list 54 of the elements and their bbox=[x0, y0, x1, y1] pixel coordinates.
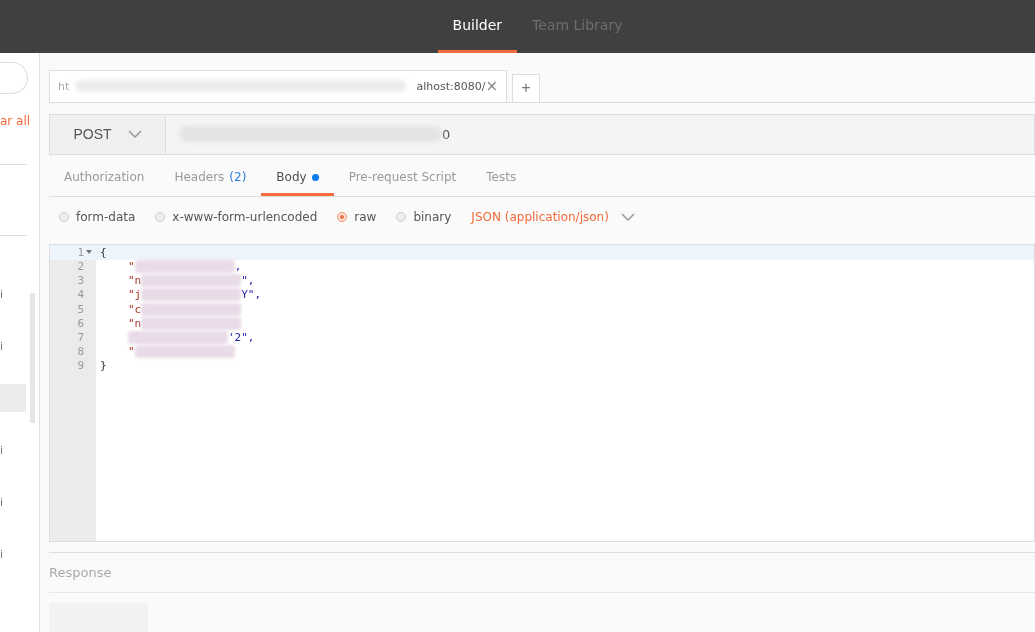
code-text: " bbox=[128, 345, 135, 359]
code-editor[interactable]: 1 { 2 " , 3 "n ", 4 "j Y", 5 "c 6 "n 7 '2", 8 " 9 } bbox=[49, 244, 1035, 542]
radio-button[interactable] bbox=[337, 211, 348, 222]
fold-caret-icon[interactable] bbox=[86, 249, 92, 255]
scrollbar[interactable] bbox=[30, 293, 35, 423]
request-section-tab[interactable]: Tests bbox=[471, 161, 532, 197]
line-number: 3 bbox=[76, 274, 84, 288]
request-section-tab[interactable]: Body bbox=[261, 161, 334, 197]
code-text: Y", bbox=[241, 288, 262, 302]
sidebar-item[interactable]: i bbox=[0, 424, 26, 476]
line-number: 6 bbox=[76, 316, 84, 330]
line-number: 4 bbox=[76, 288, 84, 302]
option-label: form-data bbox=[76, 209, 136, 224]
line-number: 7 bbox=[76, 331, 84, 345]
code-text: "j bbox=[128, 288, 142, 302]
sidebar-item[interactable]: i bbox=[0, 320, 26, 372]
header-count: (2) bbox=[229, 170, 247, 185]
line-number: 5 bbox=[76, 302, 84, 316]
request-section-tab[interactable]: Headers (2) bbox=[159, 161, 262, 197]
request-section-tab[interactable]: Pre-request Script bbox=[333, 161, 472, 197]
radio-button[interactable] bbox=[155, 211, 166, 222]
close-icon[interactable]: × bbox=[485, 77, 498, 96]
clear-all-link[interactable]: ar all bbox=[0, 114, 39, 136]
code-text: '2", bbox=[228, 331, 255, 345]
code-text: "n bbox=[128, 316, 142, 330]
body-mode-option[interactable]: binary bbox=[396, 209, 452, 224]
request-tab[interactable]: ht alhost:8080/× bbox=[49, 69, 507, 102]
response-title: Response bbox=[49, 551, 1035, 593]
line-number: 8 bbox=[76, 345, 84, 359]
tab-url-text: alhost:8080/ bbox=[416, 79, 486, 93]
radio-button[interactable] bbox=[396, 211, 407, 222]
code-text: " bbox=[128, 260, 135, 274]
body-mode-option[interactable]: raw bbox=[337, 209, 377, 224]
caret-icon bbox=[620, 212, 635, 221]
tab-url-text: ht bbox=[58, 79, 70, 93]
code-text: { bbox=[100, 245, 107, 259]
code-text: "n bbox=[128, 274, 142, 288]
option-label: raw bbox=[354, 209, 377, 224]
content-type-dropdown[interactable]: JSON (application/json) bbox=[471, 209, 635, 224]
body-mode-option[interactable]: form-data bbox=[59, 209, 136, 224]
sidebar-item[interactable]: i bbox=[0, 528, 26, 580]
sidebar-item[interactable]: i bbox=[0, 476, 26, 528]
line-number: 2 bbox=[76, 260, 84, 274]
code-text: ", bbox=[241, 274, 255, 288]
line-number: 9 bbox=[76, 359, 84, 373]
radio-button[interactable] bbox=[59, 211, 69, 222]
new-tab-button[interactable]: + bbox=[512, 73, 540, 102]
code-text: "c bbox=[128, 302, 142, 316]
request-section-tab[interactable]: Authorization bbox=[49, 161, 160, 197]
option-label: binary bbox=[413, 209, 452, 224]
code-text: } bbox=[100, 359, 107, 373]
line-number: 1 bbox=[76, 245, 84, 259]
code-text: , bbox=[234, 260, 242, 274]
sidebar-item[interactable]: i bbox=[0, 268, 26, 320]
